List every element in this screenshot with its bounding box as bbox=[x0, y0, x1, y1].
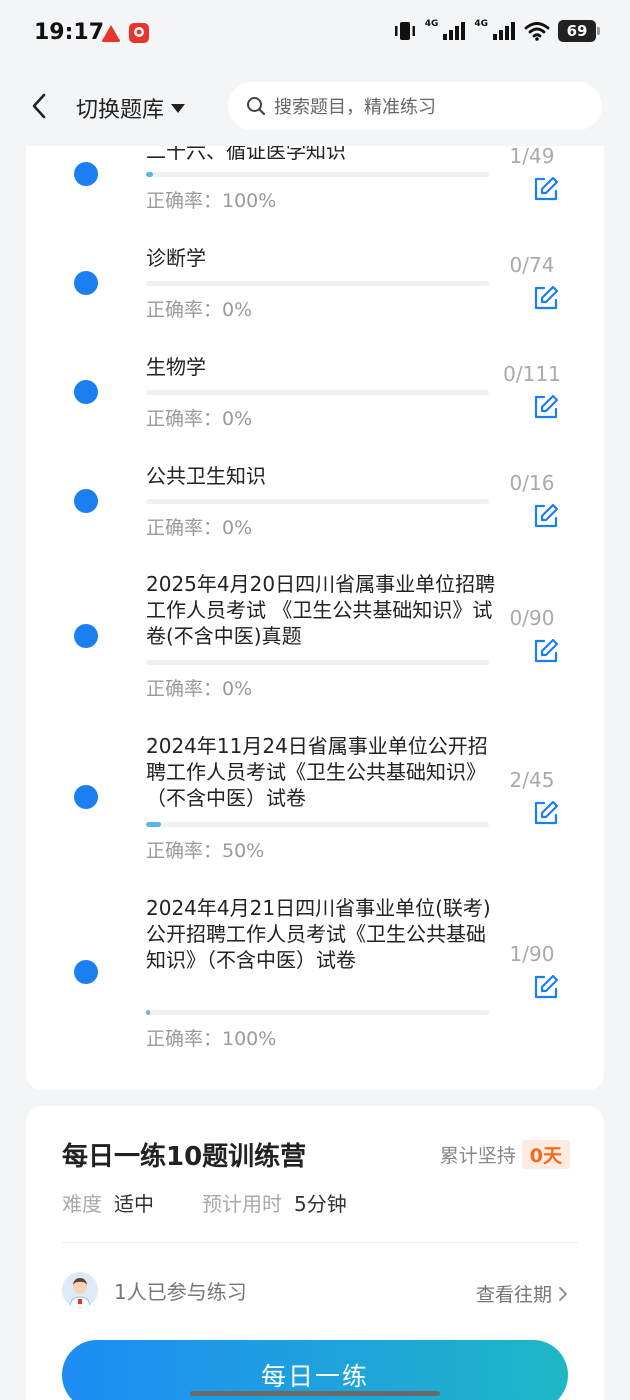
accuracy-label: 正确率：0% bbox=[146, 678, 253, 700]
nav-bar: 切换题库 搜索题目，精准练习 bbox=[0, 70, 630, 146]
participants: 1人已参与练习 bbox=[62, 1272, 247, 1308]
progress-count: 1/49 bbox=[509, 144, 555, 168]
accuracy-label: 正确率：100% bbox=[146, 1028, 277, 1050]
progress-fill bbox=[146, 822, 162, 827]
streak: 累计坚持 0天 bbox=[440, 1140, 570, 1169]
progress-bar bbox=[146, 660, 489, 665]
progress-bar bbox=[146, 822, 489, 827]
switch-bank-label: 切换题库 bbox=[76, 98, 165, 123]
progress-bar bbox=[146, 281, 489, 286]
progress-bar bbox=[146, 172, 489, 177]
daily-practice-label: 每日一练 bbox=[260, 1362, 369, 1391]
chapter-dot bbox=[74, 960, 98, 984]
divider bbox=[62, 1242, 578, 1243]
chapter-title: 2024年4月21日四川省事业单位(联考)公开招聘工作人员考试《卫生公共基础知识… bbox=[146, 896, 491, 972]
network-type-2: 4G bbox=[474, 19, 488, 29]
chevron-left-icon bbox=[32, 93, 46, 119]
edit-icon[interactable] bbox=[532, 175, 560, 203]
edit-icon[interactable] bbox=[532, 502, 560, 530]
chapter-dot bbox=[74, 624, 98, 648]
chapter-dot bbox=[74, 380, 98, 404]
streak-badge: 0天 bbox=[521, 1140, 570, 1169]
back-button[interactable] bbox=[22, 86, 58, 126]
app-badge-red-icon bbox=[102, 25, 120, 42]
edit-icon[interactable] bbox=[532, 637, 560, 665]
chapter-title: 生物学 bbox=[146, 355, 206, 379]
search-icon bbox=[247, 97, 266, 116]
progress-bar bbox=[146, 390, 489, 395]
chapter-dot bbox=[74, 489, 98, 513]
search-placeholder: 搜索题目，精准练习 bbox=[274, 97, 436, 118]
avatar bbox=[62, 1272, 98, 1308]
accuracy-label: 正确率：0% bbox=[146, 299, 253, 321]
camp-title: 每日一练10题训练营 bbox=[62, 1142, 307, 1172]
accuracy-label: 正确率：0% bbox=[146, 517, 253, 539]
chapter-dot bbox=[74, 785, 98, 809]
status-time: 19:17 bbox=[34, 20, 105, 45]
time-label: 预计用时 bbox=[202, 1192, 282, 1216]
camp-meta: 难度 适中 预计用时 5分钟 bbox=[62, 1188, 395, 1217]
difficulty-value: 适中 bbox=[114, 1192, 154, 1216]
progress-bar bbox=[146, 1010, 489, 1015]
chapter-list-card: 二十六、循证医学知识 正确率：100% 1/49 诊断学 正确率：0% 0/74… bbox=[26, 96, 604, 1090]
view-history-link[interactable]: 查看往期 bbox=[476, 1280, 568, 1307]
signal-icon bbox=[443, 22, 466, 40]
edit-icon[interactable] bbox=[532, 799, 560, 827]
signal-icon bbox=[493, 22, 515, 40]
chapter-title: 2024年11月24日省属事业单位公开招聘工作人员考试《卫生公共基础知识》（不含… bbox=[146, 734, 488, 810]
doctor-avatar-icon bbox=[62, 1272, 98, 1308]
daily-camp-card: 每日一练10题训练营 累计坚持 0天 难度 适中 预计用时 5分钟 1人已参与练… bbox=[26, 1106, 604, 1400]
accuracy-label: 正确率：100% bbox=[146, 190, 277, 212]
edit-icon[interactable] bbox=[532, 284, 560, 312]
progress-fill bbox=[146, 1010, 150, 1015]
difficulty-label: 难度 bbox=[62, 1192, 102, 1216]
edit-icon[interactable] bbox=[532, 973, 560, 1001]
chapter-dot bbox=[74, 162, 98, 186]
progress-fill bbox=[146, 172, 153, 177]
time-value: 5分钟 bbox=[294, 1192, 347, 1216]
wifi-icon bbox=[524, 22, 550, 41]
view-history-label: 查看往期 bbox=[475, 1284, 552, 1306]
progress-count: 0/74 bbox=[509, 253, 555, 277]
chapter-title: 诊断学 bbox=[146, 246, 206, 270]
progress-count: 2/45 bbox=[509, 768, 555, 792]
search-input[interactable]: 搜索题目，精准练习 bbox=[228, 82, 602, 130]
streak-label: 累计坚持 bbox=[439, 1145, 516, 1167]
accuracy-label: 正确率：50% bbox=[146, 840, 265, 862]
accuracy-label: 正确率：0% bbox=[146, 408, 253, 430]
status-bar: 19:17 4G 4G 69 bbox=[0, 0, 630, 70]
vibrate-icon bbox=[394, 22, 415, 40]
battery-level: 69 bbox=[566, 22, 588, 40]
progress-count: 1/90 bbox=[509, 942, 555, 966]
chapter-dot bbox=[74, 271, 98, 295]
progress-count: 0/90 bbox=[509, 606, 555, 630]
edit-icon[interactable] bbox=[532, 393, 560, 421]
home-indicator[interactable] bbox=[190, 1391, 440, 1396]
chapter-title: 2025年4月20日四川省属事业单位招聘工作人员考试 《卫生公共基础知识》试卷(… bbox=[146, 572, 496, 648]
chapter-title: 公共卫生知识 bbox=[146, 464, 266, 488]
switch-bank-button[interactable]: 切换题库 bbox=[76, 92, 186, 124]
battery-icon: 69 bbox=[558, 20, 600, 42]
network-type-1: 4G bbox=[424, 19, 439, 29]
progress-count: 0/111 bbox=[503, 362, 561, 386]
caret-down-icon bbox=[171, 104, 186, 113]
progress-count: 0/16 bbox=[509, 471, 555, 495]
progress-bar bbox=[146, 499, 489, 504]
participants-text: 1人已参与练习 bbox=[114, 1279, 247, 1304]
app-badge-red-square-icon bbox=[129, 23, 149, 43]
chevron-right-icon bbox=[559, 1286, 567, 1301]
